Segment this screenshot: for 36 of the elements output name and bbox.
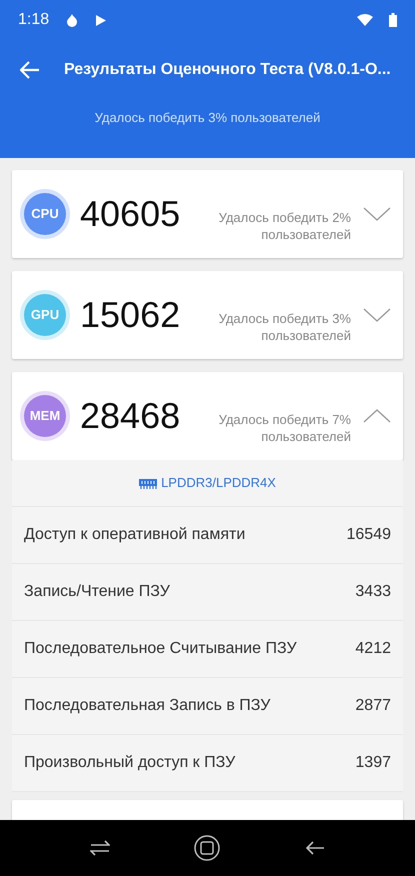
screen-title: Результаты Оценочного Теста (V8.0.1-O... xyxy=(64,60,391,80)
score-card[interactable]: MEM 28468 Удалось победить 7% пользователей xyxy=(12,372,403,460)
collapse-icon[interactable] xyxy=(363,409,391,423)
memory-chip-icon xyxy=(139,478,158,488)
wifi-icon xyxy=(357,14,373,26)
score-value: 15062 xyxy=(80,293,182,337)
back-icon[interactable] xyxy=(304,840,325,856)
rank-note: Удалось победить 7% пользователей xyxy=(218,412,351,446)
play-icon xyxy=(95,14,108,26)
score-value: 28468 xyxy=(80,394,182,438)
home-icon[interactable] xyxy=(194,835,220,861)
metric-label: Запись/Чтение ПЗУ xyxy=(24,582,170,602)
memory-type: LPDDR3/LPDDR4X xyxy=(161,474,276,492)
rank-note: Удалось победить 2% пользователей xyxy=(218,210,351,244)
score-card[interactable]: CPU 40605 Удалось победить 2% пользователей xyxy=(12,170,403,258)
metric-label: Доступ к оперативной памяти xyxy=(24,525,246,545)
rank-note: Удалось победить 3% пользователей xyxy=(218,311,351,345)
metric-value: 2877 xyxy=(355,696,391,716)
metric-label: Последовательная Запись в ПЗУ xyxy=(24,696,270,716)
expand-icon[interactable] xyxy=(363,207,391,221)
battery-icon xyxy=(389,13,397,27)
expand-icon[interactable] xyxy=(363,308,391,322)
metric-value: 16549 xyxy=(346,525,391,545)
header-subtitle: Удалось победить 3% пользователей xyxy=(94,109,322,127)
score-value: 40605 xyxy=(80,192,182,236)
recents-icon[interactable] xyxy=(90,840,110,856)
category-badge: MEM xyxy=(24,395,66,437)
metric-value: 1397 xyxy=(355,753,391,773)
metric-value: 3433 xyxy=(355,582,391,602)
metric-label: Последовательное Считывание ПЗУ xyxy=(24,639,297,659)
status-time: 1:18 xyxy=(18,10,50,30)
category-badge: GPU xyxy=(24,294,66,336)
metric-value: 4212 xyxy=(355,639,391,659)
metric-label: Произвольный доступ к ПЗУ xyxy=(24,753,236,773)
category-badge: CPU xyxy=(24,193,66,235)
score-card[interactable]: GPU 15062 Удалось победить 3% пользователей xyxy=(12,271,403,359)
